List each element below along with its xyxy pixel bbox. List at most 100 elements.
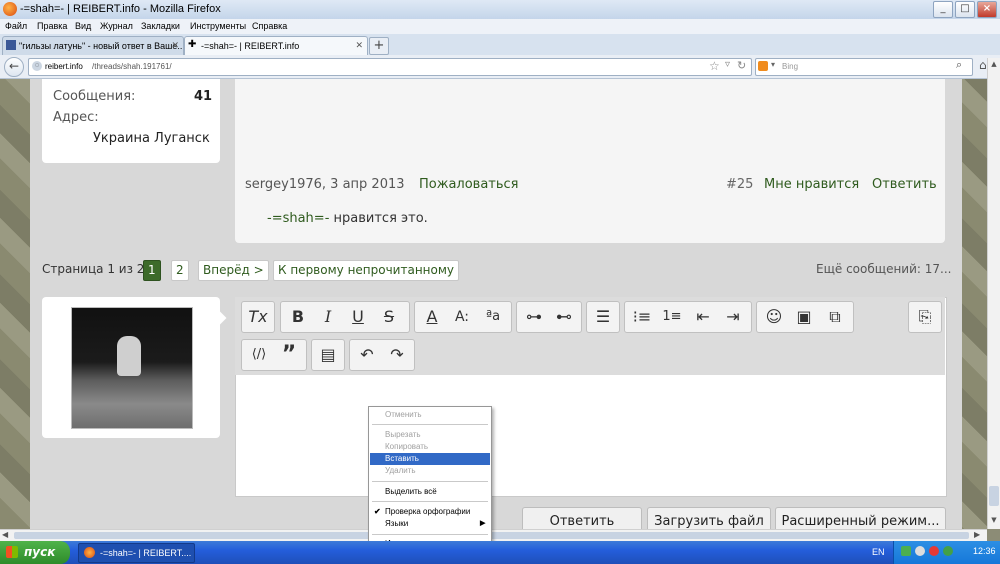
clock: 12:36 xyxy=(973,546,996,556)
facebook-icon xyxy=(6,40,16,50)
user-info-card: Сообщения: 41 Адрес: Украина Луганск xyxy=(42,79,220,163)
post-author-date[interactable]: sergey1976, 3 апр 2013 xyxy=(245,177,405,192)
url-bar[interactable]: ◌ reibert.info /threads/shah.191761/ ☆ ▿… xyxy=(28,58,752,76)
undo-icon[interactable]: ↶ xyxy=(353,340,381,370)
post-number[interactable]: #25 xyxy=(726,177,753,192)
menu-undo[interactable]: Отменить xyxy=(370,409,490,421)
tab-bar: "гильзы латунь" - новый ответ в Ваше... … xyxy=(0,34,1000,56)
tab-close-icon[interactable]: ✕ xyxy=(355,40,363,51)
menu-select-all[interactable]: Выделить всё xyxy=(370,486,490,498)
menu-copy[interactable]: Копировать xyxy=(370,441,490,453)
avatar[interactable] xyxy=(71,307,193,429)
url-host: reibert.info xyxy=(45,62,83,71)
tab-close-icon[interactable]: ✕ xyxy=(171,40,179,51)
page-2-button[interactable]: 2 xyxy=(171,260,189,281)
scroll-up-icon[interactable]: ▲ xyxy=(989,60,999,70)
clear-format-icon[interactable]: Tx xyxy=(244,302,272,332)
address-label: Адрес: xyxy=(53,110,99,125)
maximize-button[interactable]: □ xyxy=(955,1,975,18)
bookmark-star-icon[interactable]: ☆ xyxy=(709,59,720,73)
media-icon[interactable]: ⧉ xyxy=(821,302,849,332)
italic-icon[interactable]: I xyxy=(314,302,342,332)
search-input: Bing xyxy=(782,62,799,71)
menu-file[interactable]: Файл xyxy=(5,21,27,31)
font-family-icon[interactable]: ªa xyxy=(479,302,507,332)
strikethrough-icon[interactable]: S xyxy=(375,302,403,332)
taskbar-firefox-task[interactable]: -=shah=- | REIBERT.... xyxy=(78,543,195,563)
search-box[interactable]: ▾ Bing ⌕ xyxy=(755,58,973,76)
unlink-icon[interactable]: ⊷ xyxy=(550,302,578,332)
checkmark-icon: ✔ xyxy=(374,507,381,516)
scroll-right-icon[interactable]: ▶ xyxy=(974,530,980,539)
start-button[interactable]: пуск xyxy=(0,541,70,564)
scrollbar-thumb[interactable] xyxy=(989,486,999,506)
menu-spellcheck[interactable]: ✔ Проверка орфографии xyxy=(370,506,490,518)
tray-icon[interactable] xyxy=(915,546,925,556)
align-icon[interactable]: ☰ xyxy=(589,302,617,332)
next-page-button[interactable]: Вперёд > xyxy=(198,260,269,281)
more-messages-link[interactable]: Ещё сообщений: 17... xyxy=(816,262,951,276)
tab-inactive[interactable]: "гильзы латунь" - новый ответ в Ваше... … xyxy=(2,36,184,55)
messages-count: 41 xyxy=(194,89,213,104)
bold-icon[interactable]: B xyxy=(284,302,312,332)
reply-link[interactable]: Ответить xyxy=(872,177,937,192)
bullet-list-icon[interactable]: ⁝≡ xyxy=(628,302,656,332)
bing-icon xyxy=(758,61,768,71)
menu-cut[interactable]: Вырезать xyxy=(370,429,490,441)
toggle-editor-icon[interactable]: ⎘ xyxy=(911,302,939,332)
menu-tools[interactable]: Инструменты xyxy=(190,21,246,31)
menu-paste[interactable]: Вставить xyxy=(370,453,490,465)
smiley-icon[interactable]: ☺ xyxy=(760,302,788,332)
scroll-down-icon[interactable]: ▼ xyxy=(989,516,999,526)
new-tab-button[interactable]: + xyxy=(369,37,389,55)
url-path: /threads/shah.191761/ xyxy=(92,62,172,71)
report-link[interactable]: Пожаловаться xyxy=(419,177,519,192)
dropdown-icon[interactable]: ▿ xyxy=(725,59,730,70)
language-indicator[interactable]: EN xyxy=(872,547,885,557)
submenu-arrow-icon: ▶ xyxy=(480,520,486,527)
taskbar: пуск -=shah=- | REIBERT.... EN 12:36 xyxy=(0,541,1000,564)
menu-bookmarks[interactable]: Закладки xyxy=(141,21,180,31)
back-button[interactable]: ← xyxy=(4,57,24,77)
search-icon[interactable]: ⌕ xyxy=(956,59,962,72)
page-1-button[interactable]: 1 xyxy=(143,260,161,281)
window-title: -=shah=- | REIBERT.info - Mozilla Firefo… xyxy=(20,3,221,15)
numbered-list-icon[interactable]: 1≡ xyxy=(658,302,686,332)
text-color-icon[interactable]: A xyxy=(418,302,446,332)
scroll-left-icon[interactable]: ◀ xyxy=(2,530,8,539)
liked-by-user[interactable]: -=shah=- xyxy=(267,211,329,226)
vertical-scrollbar[interactable]: ▲ ▼ xyxy=(987,58,1000,529)
font-size-icon[interactable]: A: xyxy=(448,302,476,332)
like-link[interactable]: Мне нравится xyxy=(764,177,859,192)
reibert-icon: ✚ xyxy=(188,39,197,50)
antivirus-icon[interactable] xyxy=(929,546,939,556)
link-icon[interactable]: ⊶ xyxy=(520,302,548,332)
code-icon[interactable]: ⟨/⟩ xyxy=(245,340,273,370)
outdent-icon[interactable]: ⇤ xyxy=(689,302,717,332)
quote-icon[interactable]: ” xyxy=(275,340,303,370)
engine-dropdown-icon[interactable]: ▾ xyxy=(771,60,775,69)
menu-history[interactable]: Журнал xyxy=(100,21,133,31)
reload-icon[interactable]: ↻ xyxy=(737,59,746,72)
messenger-icon[interactable] xyxy=(943,546,953,556)
tab-active[interactable]: ✚ -=shah=- | REIBERT.info ✕ xyxy=(184,36,368,55)
minimize-button[interactable]: _ xyxy=(933,1,953,18)
messages-label: Сообщения: xyxy=(53,89,136,104)
menu-help[interactable]: Справка xyxy=(252,21,287,31)
menu-delete[interactable]: Удалить xyxy=(370,465,490,477)
likes-summary: -=shah=- нравится это. xyxy=(267,211,428,226)
image-icon[interactable]: ▣ xyxy=(790,302,818,332)
indent-icon[interactable]: ⇥ xyxy=(719,302,747,332)
network-icon[interactable] xyxy=(901,546,911,556)
editor-toolbar: Tx B I U S A A: ªa ⊶ ⊷ ☰ ⁝≡ 1≡ ⇤ ⇥ ☺ ▣ ⧉… xyxy=(235,297,945,375)
underline-icon[interactable]: U xyxy=(344,302,372,332)
home-icon[interactable]: ⌂ xyxy=(979,58,987,72)
redo-icon[interactable]: ↷ xyxy=(383,340,411,370)
save-draft-icon[interactable]: ▤ xyxy=(314,340,342,370)
globe-icon: ◌ xyxy=(32,61,42,71)
menu-languages[interactable]: Языки ▶ xyxy=(370,518,490,530)
menu-view[interactable]: Вид xyxy=(75,21,91,31)
menu-edit[interactable]: Правка xyxy=(37,21,67,31)
first-unread-button[interactable]: К первому непрочитанному xyxy=(273,260,460,281)
close-button[interactable]: × xyxy=(977,1,997,18)
